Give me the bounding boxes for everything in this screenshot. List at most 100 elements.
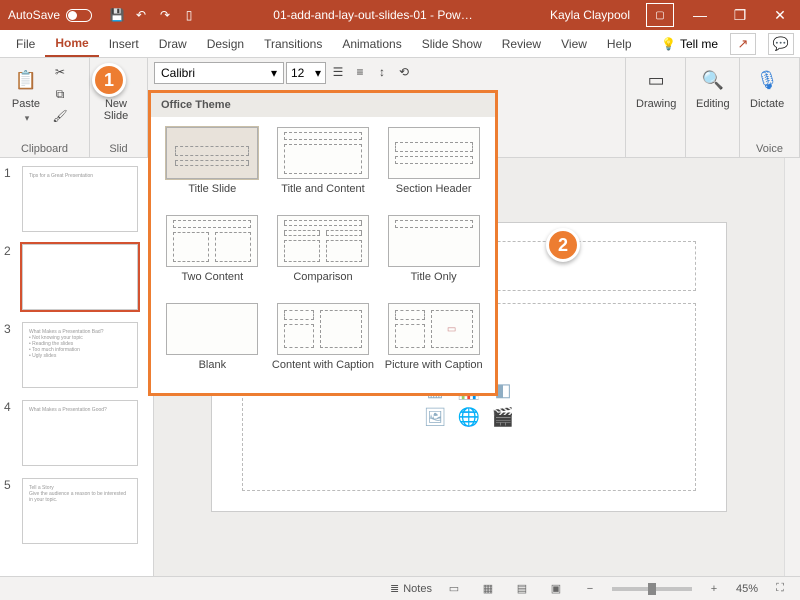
pictures-icon[interactable]: 🖼	[421, 407, 449, 428]
tab-view[interactable]: View	[551, 30, 597, 57]
lightbulb-icon: 💡	[661, 37, 676, 51]
callout-1: 1	[92, 63, 126, 97]
chevron-down-icon: ▾	[271, 66, 277, 80]
clipboard-group-label: Clipboard	[6, 141, 83, 155]
text-direction-icon[interactable]: ⟲	[394, 62, 414, 82]
normal-view-icon[interactable]: ▭	[442, 580, 466, 598]
slide-thumb-1[interactable]: 1 Tips for a Great Presentation	[4, 166, 145, 232]
window-controls: ― ❐ ✕	[680, 0, 800, 30]
zoom-level[interactable]: 45%	[736, 583, 758, 595]
layout-blank[interactable]: Blank	[161, 303, 264, 383]
document-title: 01-add-and-lay-out-slides-01 - Pow…	[206, 8, 540, 22]
layout-content-with-caption[interactable]: Content with Caption	[272, 303, 375, 383]
cut-icon[interactable]: ✂	[50, 62, 70, 82]
tab-review[interactable]: Review	[492, 30, 551, 57]
zoom-slider[interactable]	[612, 587, 692, 591]
zoom-out-button[interactable]: −	[578, 580, 602, 598]
paste-button[interactable]: 📋 Paste	[6, 62, 46, 126]
slideshow-view-icon[interactable]: ▣	[544, 580, 568, 598]
tell-me-label: Tell me	[680, 37, 718, 51]
vertical-scrollbar[interactable]	[784, 158, 800, 576]
microphone-icon: 🎙	[751, 64, 783, 96]
layout-comparison[interactable]: Comparison	[272, 215, 375, 295]
dictate-button[interactable]: 🎙 Dictate	[746, 62, 788, 112]
slide-thumbnail-panel[interactable]: 1 Tips for a Great Presentation 2 3 What…	[0, 158, 154, 576]
tab-help[interactable]: Help	[597, 30, 642, 57]
slide-sorter-icon[interactable]: ▦	[476, 580, 500, 598]
slide-thumb-5[interactable]: 5 Tell a Story Give the audience a reaso…	[4, 478, 145, 544]
font-name-combo[interactable]: Calibri ▾	[154, 62, 284, 84]
layout-label: Title and Content	[281, 183, 364, 207]
minimize-icon[interactable]: ―	[680, 0, 720, 30]
drawing-button[interactable]: ▭ Drawing	[632, 62, 680, 112]
shapes-icon: ▭	[640, 64, 672, 96]
ribbon-display-icon[interactable]: ▢	[646, 3, 674, 27]
layout-section-header[interactable]: Section Header	[382, 127, 485, 207]
layout-picture-with-caption[interactable]: ▭ Picture with Caption	[382, 303, 485, 383]
layout-title-and-content[interactable]: Title and Content	[272, 127, 375, 207]
redo-icon[interactable]: ↷	[154, 4, 176, 26]
save-icon[interactable]: 💾	[106, 4, 128, 26]
undo-icon[interactable]: ↶	[130, 4, 152, 26]
font-name-value: Calibri	[161, 66, 195, 80]
notes-label: Notes	[403, 583, 432, 595]
online-pictures-icon[interactable]: 🌐	[455, 407, 483, 428]
layout-label: Comparison	[293, 271, 352, 295]
new-slide-label: New Slide	[104, 98, 128, 122]
tab-transitions[interactable]: Transitions	[254, 30, 332, 57]
editing-button[interactable]: 🔍 Editing	[692, 62, 734, 112]
layout-label: Blank	[199, 359, 227, 383]
status-bar: ≣ Notes ▭ ▦ ▤ ▣ − + 45% ⛶	[0, 576, 800, 600]
tab-insert[interactable]: Insert	[99, 30, 149, 57]
slide-thumb-2[interactable]: 2	[4, 244, 145, 310]
layout-title-only[interactable]: Title Only	[382, 215, 485, 295]
tab-home[interactable]: Home	[45, 30, 98, 57]
slide-preview: Tips for a Great Presentation	[22, 166, 138, 232]
user-name[interactable]: Kayla Claypool	[540, 8, 640, 22]
close-icon[interactable]: ✕	[760, 0, 800, 30]
video-icon[interactable]: 🎬	[489, 407, 517, 428]
tab-slideshow[interactable]: Slide Show	[412, 30, 492, 57]
autosave-toggle[interactable]: AutoSave	[0, 8, 100, 22]
callout-2: 2	[546, 228, 580, 262]
group-editing: 🔍 Editing	[686, 58, 740, 157]
slide-thumb-4[interactable]: 4 What Makes a Presentation Good?	[4, 400, 145, 466]
layout-gallery-popup: Office Theme Title Slide Title and Conte…	[148, 90, 498, 396]
slide-thumb-3[interactable]: 3 What Makes a Presentation Bad? • Not k…	[4, 322, 145, 388]
tab-animations[interactable]: Animations	[332, 30, 411, 57]
drawing-label: Drawing	[636, 98, 676, 110]
layout-label: Title Only	[411, 271, 457, 295]
copy-icon[interactable]: ⧉	[50, 84, 70, 104]
editing-label: Editing	[696, 98, 730, 110]
tab-design[interactable]: Design	[197, 30, 254, 57]
notes-button[interactable]: ≣ Notes	[390, 582, 432, 595]
notes-icon: ≣	[390, 582, 399, 595]
zoom-in-button[interactable]: +	[702, 580, 726, 598]
title-bar: AutoSave 💾 ↶ ↷ ▯ 01-add-and-lay-out-slid…	[0, 0, 800, 30]
font-size-value: 12	[291, 66, 304, 80]
dictate-label: Dictate	[750, 98, 784, 110]
tab-file[interactable]: File	[6, 30, 45, 57]
reading-view-icon[interactable]: ▤	[510, 580, 534, 598]
paste-label: Paste	[12, 98, 40, 110]
slide-preview	[22, 244, 138, 310]
format-painter-icon[interactable]: 🖌	[50, 106, 70, 126]
quick-access-toolbar: 💾 ↶ ↷ ▯	[100, 4, 206, 26]
chevron-down-icon	[23, 112, 30, 124]
slide-number: 4	[4, 400, 16, 466]
restore-icon[interactable]: ❐	[720, 0, 760, 30]
fit-to-window-icon[interactable]: ⛶	[768, 580, 792, 598]
tab-draw[interactable]: Draw	[149, 30, 197, 57]
numbering-icon[interactable]: ≡	[350, 62, 370, 82]
group-drawing: ▭ Drawing	[626, 58, 686, 157]
layout-two-content[interactable]: Two Content	[161, 215, 264, 295]
start-from-beginning-icon[interactable]: ▯	[178, 4, 200, 26]
layout-title-slide[interactable]: Title Slide	[161, 127, 264, 207]
bullets-icon[interactable]: ☰	[328, 62, 348, 82]
share-button[interactable]: ↗	[730, 33, 756, 55]
comments-button[interactable]: 💬	[768, 33, 794, 55]
line-spacing-icon[interactable]: ↕	[372, 62, 392, 82]
slide-number: 2	[4, 244, 16, 310]
font-size-combo[interactable]: 12 ▾	[286, 62, 326, 84]
tell-me-search[interactable]: 💡 Tell me	[661, 37, 718, 51]
